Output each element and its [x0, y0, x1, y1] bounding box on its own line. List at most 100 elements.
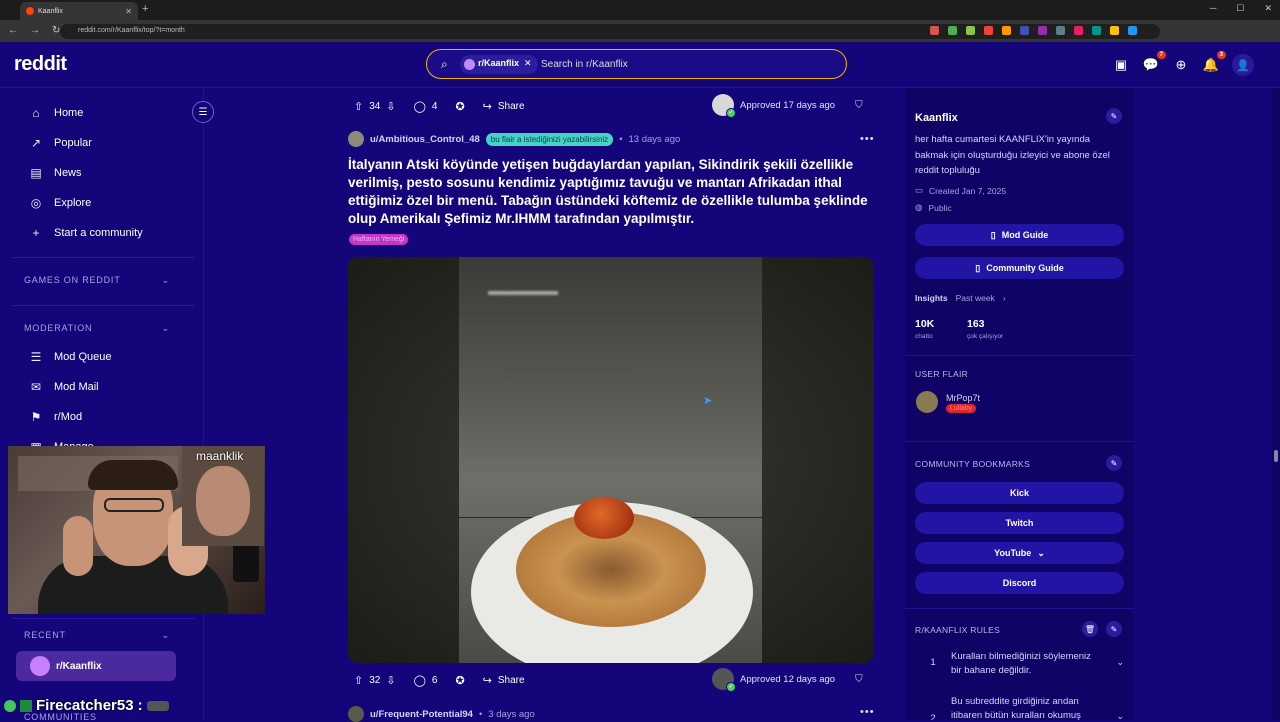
nav-mod-queue[interactable]: ☰ Mod Queue [28, 350, 112, 364]
award-button[interactable]: ✪ [449, 95, 470, 117]
upvote-icon[interactable]: ⇧ [354, 674, 363, 687]
post-flair[interactable]: Haftanın Yemeği [349, 234, 409, 245]
recent-community-label: r/Kaanflix [56, 660, 102, 672]
comments-button[interactable]: ◯ 4 [408, 95, 444, 117]
rule-item[interactable]: 2 Bu subreddite girdiğiniz andan itibaren… [915, 695, 1124, 720]
extension-icon[interactable] [1020, 26, 1029, 35]
post-title[interactable]: İtalyanın Atski köyünde yetişen buğdayla… [348, 156, 868, 228]
extension-icon[interactable] [1002, 26, 1011, 35]
user-flair-avatar [916, 391, 938, 413]
stat-label: çok çalışıyor [967, 333, 1004, 340]
scrollbar[interactable] [1272, 88, 1280, 720]
community-avatar-icon [30, 656, 50, 676]
chat-icon[interactable]: 💬 7 [1142, 51, 1166, 74]
extension-icon[interactable] [984, 26, 993, 35]
search-scope-chip[interactable]: r/Kaanflix ✕ [460, 55, 538, 74]
post-image[interactable] [348, 257, 874, 663]
bookmark-twitch[interactable]: Twitch [915, 512, 1124, 534]
bookmark-discord[interactable]: Discord [915, 572, 1124, 594]
post-author[interactable]: u/Ambitious_Control_48 [370, 134, 480, 145]
more-options-icon[interactable]: ••• [860, 133, 875, 145]
extension-icon[interactable] [1038, 26, 1047, 35]
extension-icon[interactable] [1056, 26, 1065, 35]
extension-icon[interactable] [948, 26, 957, 35]
share-label: Share [497, 674, 525, 686]
recent-community-item[interactable]: r/Kaanflix [16, 651, 176, 681]
downvote-icon[interactable]: ⇩ [386, 674, 395, 687]
award-button[interactable]: ✪ [449, 669, 470, 691]
community-guide-button[interactable]: ▯ Community Guide [915, 257, 1124, 279]
mod-guide-button[interactable]: ▯ Mod Guide [915, 224, 1124, 246]
delete-icon[interactable]: 🗑 [1082, 621, 1098, 637]
edit-icon[interactable]: ✎ [1106, 108, 1122, 124]
left-sidebar [0, 88, 204, 720]
author-avatar[interactable] [348, 131, 364, 147]
user-avatar[interactable]: 👤 [1232, 54, 1254, 76]
bookmark-label: YouTube [994, 548, 1032, 558]
divider [12, 257, 194, 258]
webcam-hair [88, 460, 178, 490]
nav-r-mod[interactable]: ⚑ r/Mod [28, 410, 83, 424]
user-flair: bu flair a istediğinizi yazabilirsiniz [485, 132, 614, 146]
browser-tab[interactable]: Kaanflix ✕ [20, 2, 138, 20]
remove-scope-icon[interactable]: ✕ [524, 58, 532, 68]
upvote-icon[interactable]: ⇧ [354, 100, 363, 113]
user-flair-heading: USER FLAIR [915, 369, 969, 379]
nav-explore[interactable]: ◎ Explore [28, 196, 92, 210]
user-flair-name[interactable]: MrPop7t [946, 393, 980, 403]
extension-icon[interactable] [1128, 26, 1137, 35]
nav-mod-mail[interactable]: ✉ Mod Mail [28, 380, 99, 394]
mail-icon: ✉ [30, 380, 42, 394]
divider [905, 441, 1134, 442]
edit-icon[interactable]: ✎ [1106, 621, 1122, 637]
post-author[interactable]: u/Frequent-Potential94 [370, 709, 473, 720]
insights-header[interactable]: Insights Past week › [915, 293, 1006, 303]
search-input[interactable] [541, 53, 831, 75]
share-button[interactable]: ↪ Share [477, 669, 531, 691]
moderation-section-header[interactable]: MODERATION ⌄ [24, 323, 170, 334]
notifications-icon[interactable]: 🔔 3 [1202, 51, 1226, 74]
rule-item[interactable]: 1 Kuralları bilmediğinizi söylemeniz bir … [915, 650, 1124, 678]
rule-number: 1 [930, 657, 936, 668]
forward-icon[interactable]: → [30, 25, 40, 36]
extension-icon[interactable] [1092, 26, 1101, 35]
nav-start-community[interactable]: + Start a community [28, 226, 142, 240]
stat-online: 163 çok çalışıyor [967, 318, 1003, 340]
queue-icon: ☰ [30, 350, 42, 364]
reddit-logo[interactable]: reddit [14, 53, 67, 76]
more-options-icon[interactable]: ••• [860, 706, 875, 718]
user-flair-tag: Lullaby [946, 404, 977, 413]
stat-members: 10K chatto [915, 318, 934, 340]
close-window-icon[interactable]: ✕ [1264, 3, 1272, 14]
games-section-header[interactable]: GAMES ON REDDIT ⌄ [24, 275, 170, 286]
extension-icon[interactable] [966, 26, 975, 35]
explore-icon: ◎ [30, 196, 42, 210]
back-icon[interactable]: ← [8, 25, 18, 36]
maximize-icon[interactable]: ☐ [1236, 3, 1244, 14]
browser-nav: ← → ↻ [8, 25, 60, 36]
extension-icon[interactable] [1110, 26, 1119, 35]
downvote-icon[interactable]: ⇩ [386, 100, 395, 113]
extension-icon[interactable] [1074, 26, 1083, 35]
bookmark-kick[interactable]: Kick [915, 482, 1124, 504]
rule-number: 2 [930, 713, 936, 720]
nav-home[interactable]: ⌂ Home [28, 106, 83, 120]
create-post-icon[interactable]: ⊕ [1172, 56, 1190, 74]
edit-icon[interactable]: ✎ [1106, 455, 1122, 471]
nav-news[interactable]: ▤ News [28, 166, 81, 180]
share-button[interactable]: ↪ Share [477, 95, 531, 117]
collapse-sidebar-button[interactable]: ☰ [192, 101, 214, 123]
nav-popular[interactable]: ↗ Popular [28, 136, 92, 150]
new-tab-button[interactable]: + [142, 3, 148, 15]
bookmark-youtube[interactable]: YouTube ⌄ [915, 542, 1124, 564]
comments-button[interactable]: ◯ 6 [408, 669, 444, 691]
advertise-icon[interactable]: ▣ [1112, 56, 1130, 74]
recent-section-header[interactable]: RECENT ⌄ [24, 630, 170, 641]
mod-shield-icon[interactable]: ⛉ [855, 674, 863, 685]
close-tab-icon[interactable]: ✕ [125, 7, 132, 16]
scrollbar-thumb[interactable] [1274, 450, 1278, 462]
extension-icon[interactable] [930, 26, 939, 35]
mod-shield-icon[interactable]: ⛉ [855, 100, 863, 111]
search-bar[interactable]: ⌕ r/Kaanflix ✕ [426, 49, 847, 79]
minimize-icon[interactable]: ─ [1210, 3, 1216, 14]
